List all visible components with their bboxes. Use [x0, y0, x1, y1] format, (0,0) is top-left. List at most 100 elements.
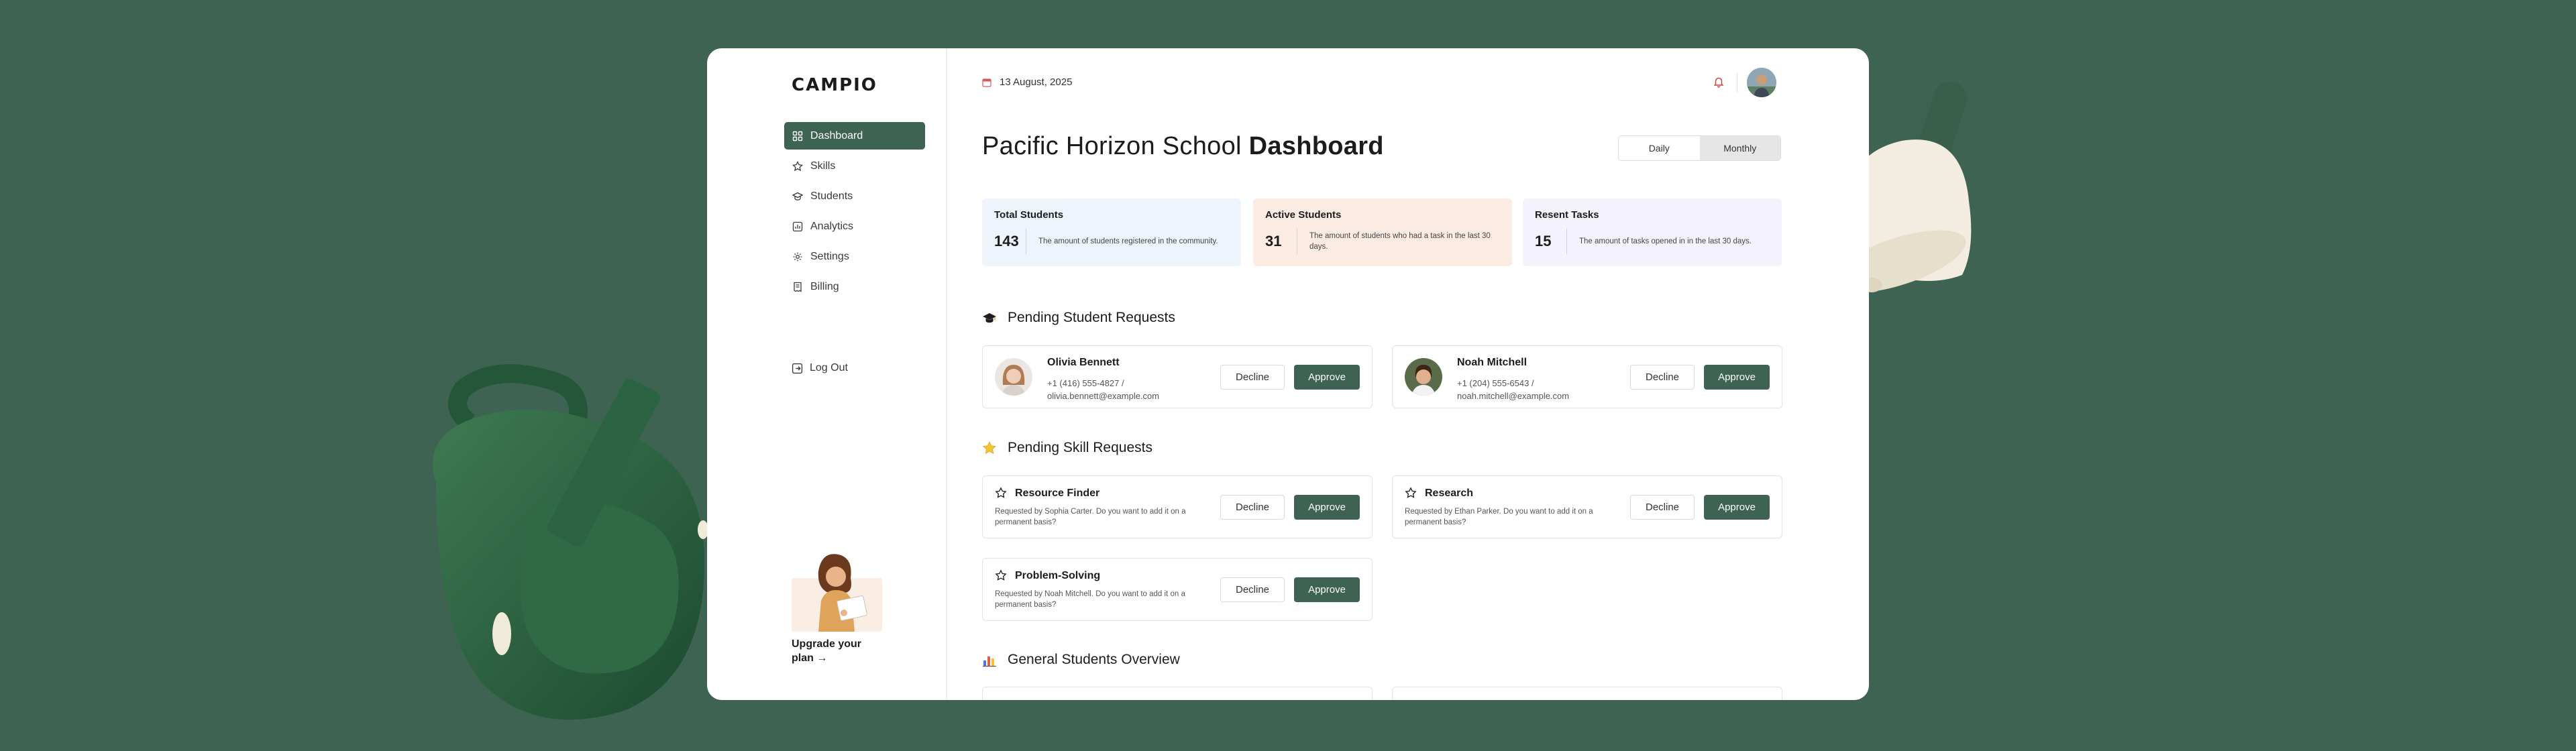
gear-icon — [792, 251, 804, 263]
arrow-right-icon: → — [816, 652, 828, 664]
star-icon — [792, 160, 804, 172]
sidebar-item-settings[interactable]: Settings — [784, 243, 925, 270]
sidebar-nav: Dashboard Skills Students Analytics Sett… — [784, 122, 925, 303]
student-contact: +1 (204) 555-6543 / noah.mitchell@exampl… — [1457, 377, 1631, 402]
logout-icon — [792, 363, 803, 373]
stat-title: Total Students — [994, 209, 1064, 221]
current-date: 13 August, 2025 — [982, 76, 1072, 88]
upgrade-plan-link[interactable]: Upgrade your plan → — [792, 637, 872, 665]
section-title-label: Pending Student Requests — [1008, 310, 1175, 325]
sidebar-item-dashboard[interactable]: Dashboard — [784, 122, 925, 150]
backpack-illustration — [433, 364, 708, 720]
student-request-card: Noah Mitchell +1 (204) 555-6543 / noah.m… — [1392, 345, 1782, 408]
sidebar-item-students[interactable]: Students — [784, 182, 925, 210]
logout-button[interactable]: Log Out — [792, 362, 848, 374]
section-title-student-requests: Pending Student Requests — [982, 310, 1175, 326]
sidebar-item-label: Billing — [810, 280, 839, 292]
student-phone: +1 (416) 555-4827 / — [1047, 378, 1124, 388]
stat-card-total-students: Total Students 143 The amount of student… — [982, 198, 1241, 266]
sidebar-item-label: Students — [810, 190, 853, 202]
star-icon — [995, 487, 1007, 498]
skill-description: Requested by Sophia Carter. Do you want … — [995, 508, 1186, 526]
brand-logo: CAMPIO — [792, 75, 877, 95]
page-title-bold: Dashboard — [1248, 132, 1384, 160]
decline-button[interactable]: Decline — [1220, 495, 1285, 520]
skill-name: Research — [1425, 487, 1474, 499]
decline-button[interactable]: Decline — [1630, 365, 1695, 390]
bell-icon — [1713, 77, 1724, 88]
dashboard-window: CAMPIO Dashboard Skills Students Analyti… — [707, 48, 1869, 700]
student-request-card: Olivia Bennett +1 (416) 555-4827 / olivi… — [982, 345, 1373, 408]
decline-button[interactable]: Decline — [1220, 577, 1285, 602]
toggle-monthly[interactable]: Monthly — [1699, 136, 1780, 160]
sidebar-item-billing[interactable]: Billing — [784, 273, 925, 300]
approve-button[interactable]: Approve — [1294, 495, 1360, 520]
approve-button[interactable]: Approve — [1704, 365, 1770, 390]
sidebar-item-skills[interactable]: Skills — [784, 152, 925, 180]
skill-description: Requested by Ethan Parker. Do you want t… — [1405, 508, 1593, 526]
page-title: Pacific Horizon School Dashboard — [982, 132, 1384, 161]
sidebar-item-label: Skills — [810, 160, 836, 172]
student-name: Noah Mitchell — [1457, 357, 1527, 368]
page-title-light: Pacific Horizon School — [982, 132, 1242, 160]
stat-title: Resent Tasks — [1535, 209, 1599, 221]
teacher-illustration — [792, 554, 882, 632]
decline-button[interactable]: Decline — [1220, 365, 1285, 390]
sidebar: CAMPIO Dashboard Skills Students Analyti… — [707, 48, 947, 700]
approve-button[interactable]: Approve — [1294, 365, 1360, 390]
skill-request-card: Resource Finder Requested by Sophia Cart… — [982, 475, 1373, 538]
period-toggle: Daily Monthly — [1618, 135, 1781, 161]
stat-description: The amount of students who had a task in… — [1309, 232, 1491, 251]
student-name: Olivia Bennett — [1047, 357, 1120, 368]
notifications-button[interactable] — [1711, 74, 1727, 90]
sidebar-item-label: Dashboard — [810, 129, 863, 141]
student-avatar — [995, 358, 1032, 396]
calendar-icon — [982, 78, 991, 87]
approve-button[interactable]: Approve — [1704, 495, 1770, 520]
graduation-cap-icon — [982, 310, 997, 325]
stat-title: Active Students — [1265, 209, 1342, 221]
skill-request-card: Research Requested by Ethan Parker. Do y… — [1392, 475, 1782, 538]
student-phone: +1 (204) 555-6543 / — [1457, 378, 1534, 388]
sidebar-item-label: Settings — [810, 250, 849, 262]
receipt-icon — [792, 281, 804, 293]
student-avatar — [1405, 358, 1442, 396]
main-content: 13 August, 2025 Pacific Horizon School D… — [947, 48, 1869, 700]
section-title-overview: General Students Overview — [982, 652, 1180, 668]
graduation-cap-icon — [792, 190, 804, 203]
bar-chart-icon — [982, 652, 997, 667]
stat-description: The amount of students registered in the… — [1038, 237, 1218, 245]
stat-value: 143 — [994, 229, 1026, 254]
overview-card — [982, 687, 1373, 700]
section-title-skill-requests: Pending Skill Requests — [982, 440, 1152, 456]
approve-button[interactable]: Approve — [1294, 577, 1360, 602]
stat-card-recent-tasks: Resent Tasks 15 The amount of tasks open… — [1523, 198, 1782, 266]
stat-value: 31 — [1265, 229, 1297, 254]
section-title-label: Pending Skill Requests — [1008, 440, 1152, 455]
overview-card — [1392, 687, 1782, 700]
date-label: 13 August, 2025 — [1000, 76, 1073, 88]
toggle-daily[interactable]: Daily — [1619, 136, 1700, 160]
logout-label: Log Out — [810, 362, 848, 373]
user-avatar-image — [1747, 68, 1776, 97]
student-email: olivia.bennett@example.com — [1047, 391, 1160, 401]
student-email: noah.mitchell@example.com — [1457, 391, 1570, 401]
stat-description: The amount of tasks opened in in the las… — [1579, 237, 1752, 245]
decline-button[interactable]: Decline — [1630, 495, 1695, 520]
section-title-label: General Students Overview — [1008, 652, 1180, 667]
skill-description: Requested by Noah Mitchell. Do you want … — [995, 590, 1185, 609]
stat-card-active-students: Active Students 31 The amount of student… — [1253, 198, 1512, 266]
user-avatar[interactable] — [1747, 68, 1776, 97]
star-icon — [982, 441, 997, 455]
sidebar-item-label: Analytics — [810, 220, 854, 232]
skill-name: Problem-Solving — [1015, 570, 1101, 581]
sidebar-item-analytics[interactable]: Analytics — [784, 213, 925, 240]
star-icon — [1405, 487, 1417, 498]
skill-name: Resource Finder — [1015, 487, 1100, 499]
chart-icon — [792, 221, 804, 233]
grid-icon — [792, 130, 804, 142]
student-contact: +1 (416) 555-4827 / olivia.bennett@examp… — [1047, 377, 1222, 402]
skill-request-card: Problem-Solving Requested by Noah Mitche… — [982, 558, 1373, 621]
star-icon — [995, 569, 1007, 581]
stat-value: 15 — [1535, 229, 1567, 254]
